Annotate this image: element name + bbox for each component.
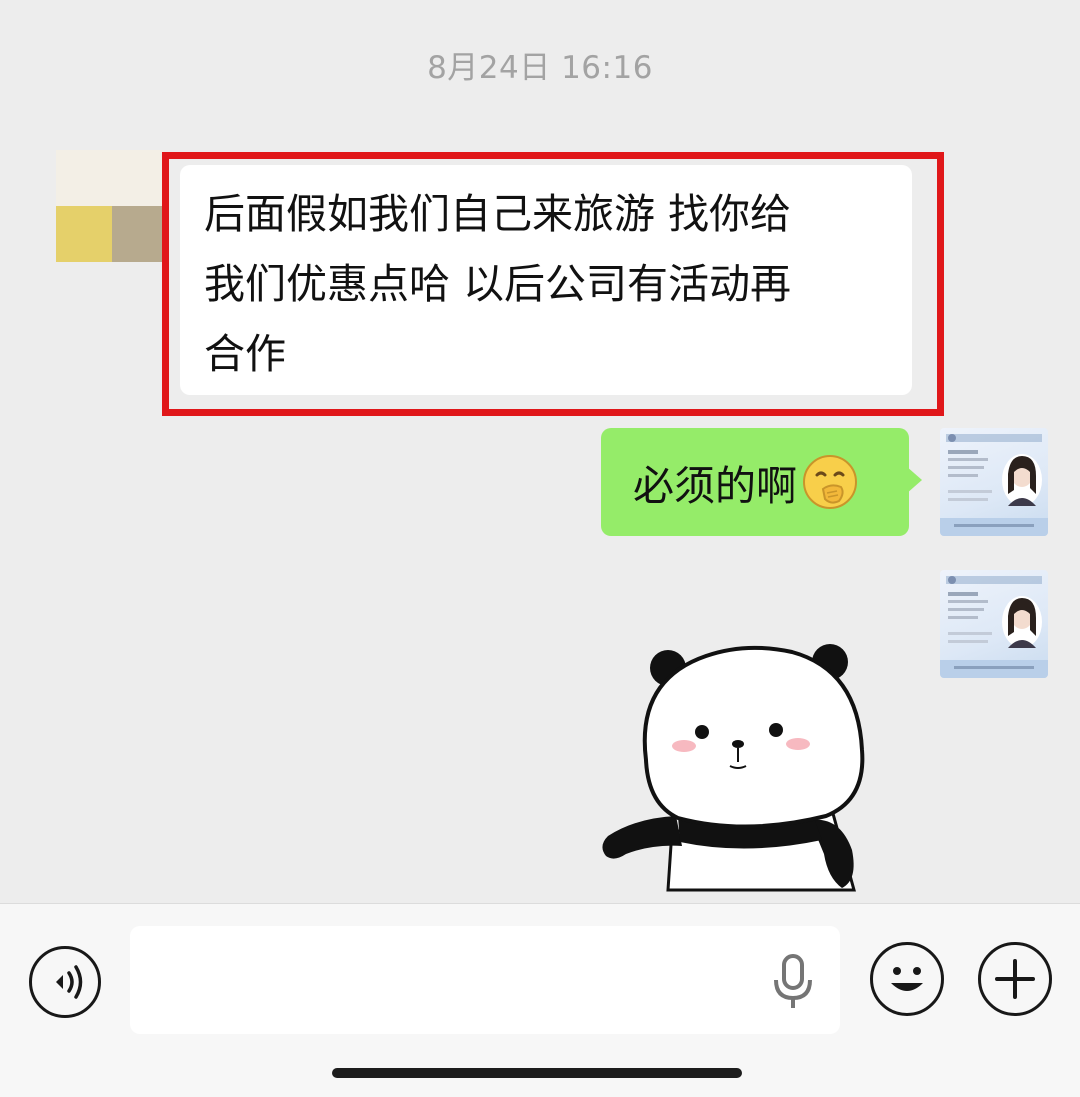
panda-sticker[interactable]: [596, 640, 876, 895]
smiley-icon[interactable]: [870, 942, 944, 1016]
message-input-bar: [0, 903, 1080, 1097]
home-indicator[interactable]: [332, 1068, 742, 1078]
microphone-icon[interactable]: [770, 954, 816, 1010]
user-avatar[interactable]: [940, 428, 1048, 536]
message-timestamp: 8月24日 16:16: [427, 50, 653, 86]
message-text: 必须的啊: [633, 462, 797, 510]
bubble-tail: [906, 466, 922, 494]
contact-avatar[interactable]: [56, 150, 164, 262]
voice-toggle-icon[interactable]: [29, 946, 101, 1018]
message-text-input[interactable]: [130, 926, 840, 1034]
sent-message-bubble[interactable]: 必须的啊: [601, 428, 909, 536]
hand-over-mouth-emoji-icon: [801, 453, 859, 511]
chat-screen: 8月24日 16:16 后面假如我们自己来旅游 找你给 我们优惠点哈 以后公司有…: [0, 0, 1080, 1097]
plus-icon[interactable]: [978, 942, 1052, 1016]
user-avatar[interactable]: [940, 570, 1048, 678]
highlight-annotation-box: [162, 152, 944, 416]
